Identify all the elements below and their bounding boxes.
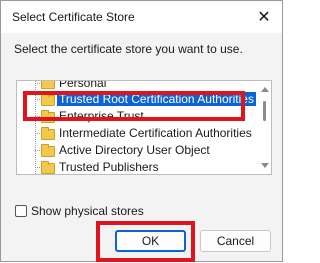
- vertical-scrollbar[interactable]: [259, 81, 271, 174]
- select-certificate-store-dialog: Select Certificate Store ✕ Select the ce…: [0, 0, 283, 262]
- folder-icon: [41, 144, 55, 157]
- certificate-store-tree[interactable]: Personal Trusted Root Certification Auth…: [16, 80, 272, 175]
- tree-item-label: Personal: [59, 80, 107, 90]
- tree-item-label: Intermediate Certification Authorities: [59, 126, 252, 140]
- folder-icon: [41, 127, 55, 140]
- tree-item-active-directory[interactable]: Active Directory User Object: [17, 142, 257, 159]
- folder-icon: [41, 110, 55, 123]
- scroll-up-icon[interactable]: [261, 87, 269, 92]
- instruction-text: Select the certificate store you want to…: [14, 42, 243, 56]
- folder-icon: [41, 81, 55, 89]
- cancel-button[interactable]: Cancel: [200, 230, 271, 252]
- show-physical-stores-label: Show physical stores: [31, 204, 144, 218]
- tree-item-intermediate[interactable]: Intermediate Certification Authorities: [17, 125, 257, 142]
- ok-button[interactable]: OK: [115, 230, 186, 252]
- scroll-down-icon[interactable]: [261, 163, 269, 168]
- folder-icon: [41, 161, 55, 174]
- title-bar: Select Certificate Store ✕: [1, 1, 282, 33]
- tree-item-trusted-root[interactable]: Trusted Root Certification Authorities: [17, 91, 257, 108]
- tree-item-label: Trusted Root Certification Authorities: [57, 92, 256, 106]
- scroll-thumb[interactable]: [263, 101, 266, 121]
- tree-item-label: Active Directory User Object: [59, 143, 210, 157]
- close-icon[interactable]: ✕: [254, 7, 274, 27]
- folder-icon: [41, 93, 55, 106]
- tree-item-label: Enterprise Trust: [59, 109, 144, 123]
- tree-item-label: Trusted Publishers: [59, 160, 159, 174]
- tree-item-enterprise-trust[interactable]: Enterprise Trust: [17, 108, 257, 125]
- show-physical-stores-option[interactable]: Show physical stores: [15, 204, 144, 218]
- show-physical-stores-checkbox[interactable]: [15, 205, 27, 217]
- tree-item-trusted-publishers[interactable]: Trusted Publishers: [17, 159, 257, 174]
- dialog-title: Select Certificate Store: [12, 10, 135, 24]
